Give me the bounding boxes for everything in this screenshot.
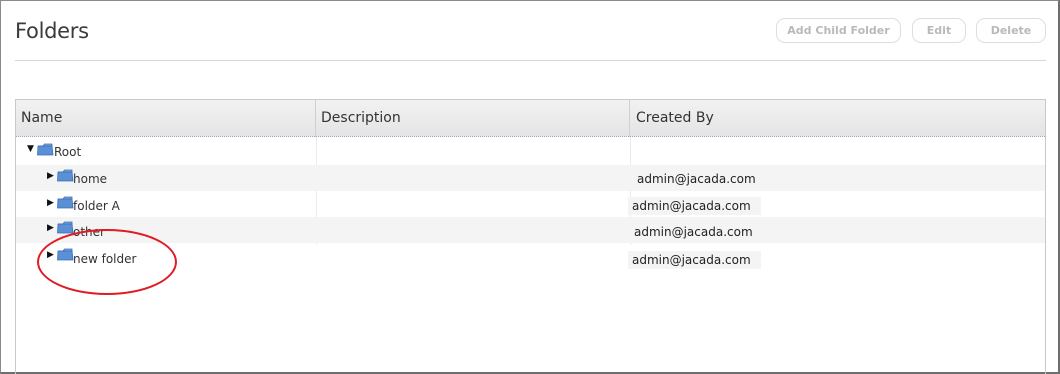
tree-node-label[interactable]: other [73, 225, 105, 239]
tree-row-other[interactable]: ▶ other admin@jacada.com [16, 217, 1045, 243]
triangle-right-icon[interactable]: ▶ [47, 198, 54, 208]
triangle-right-icon[interactable]: ▶ [47, 171, 54, 181]
triangle-right-icon[interactable]: ▶ [47, 223, 54, 233]
created-by-cell: admin@jacada.com [634, 225, 753, 239]
add-child-folder-button[interactable]: Add Child Folder [776, 18, 901, 43]
column-header-created-by[interactable]: Created By [630, 100, 1046, 137]
created-by-cell: admin@jacada.com [637, 172, 756, 186]
column-header-name[interactable]: Name [16, 100, 316, 137]
column-header-description[interactable]: Description [316, 100, 630, 137]
folder-icon [57, 196, 74, 209]
folders-tree-grid: Name Description Created By ▼ Root ▶ hom… [15, 99, 1046, 374]
created-by-cell: admin@jacada.com [628, 251, 761, 269]
tree-node-label[interactable]: new folder [73, 252, 136, 266]
tree-row-home[interactable]: ▶ home admin@jacada.com [16, 165, 1045, 191]
tree-row-root[interactable]: ▼ Root [16, 139, 1045, 165]
folder-icon [57, 248, 74, 261]
created-by-cell: admin@jacada.com [628, 197, 761, 215]
title-divider [15, 60, 1046, 61]
edit-button[interactable]: Edit [912, 18, 966, 43]
grid-header: Name Description Created By [16, 100, 1045, 137]
tree-node-label[interactable]: home [73, 172, 107, 186]
tree-node-label[interactable]: folder A [73, 199, 120, 213]
triangle-down-icon[interactable]: ▼ [27, 144, 34, 154]
folder-icon [57, 169, 74, 182]
tree-row-folder-a[interactable]: ▶ folder A admin@jacada.com [16, 191, 1045, 217]
folder-icon [37, 143, 54, 156]
tree-row-new-folder[interactable]: ▶ new folder admin@jacada.com [16, 243, 1045, 269]
page-title: Folders [15, 19, 89, 43]
triangle-right-icon[interactable]: ▶ [47, 250, 54, 260]
tree-node-label[interactable]: Root [54, 145, 81, 159]
delete-button[interactable]: Delete [976, 18, 1046, 43]
folder-icon [57, 221, 74, 234]
